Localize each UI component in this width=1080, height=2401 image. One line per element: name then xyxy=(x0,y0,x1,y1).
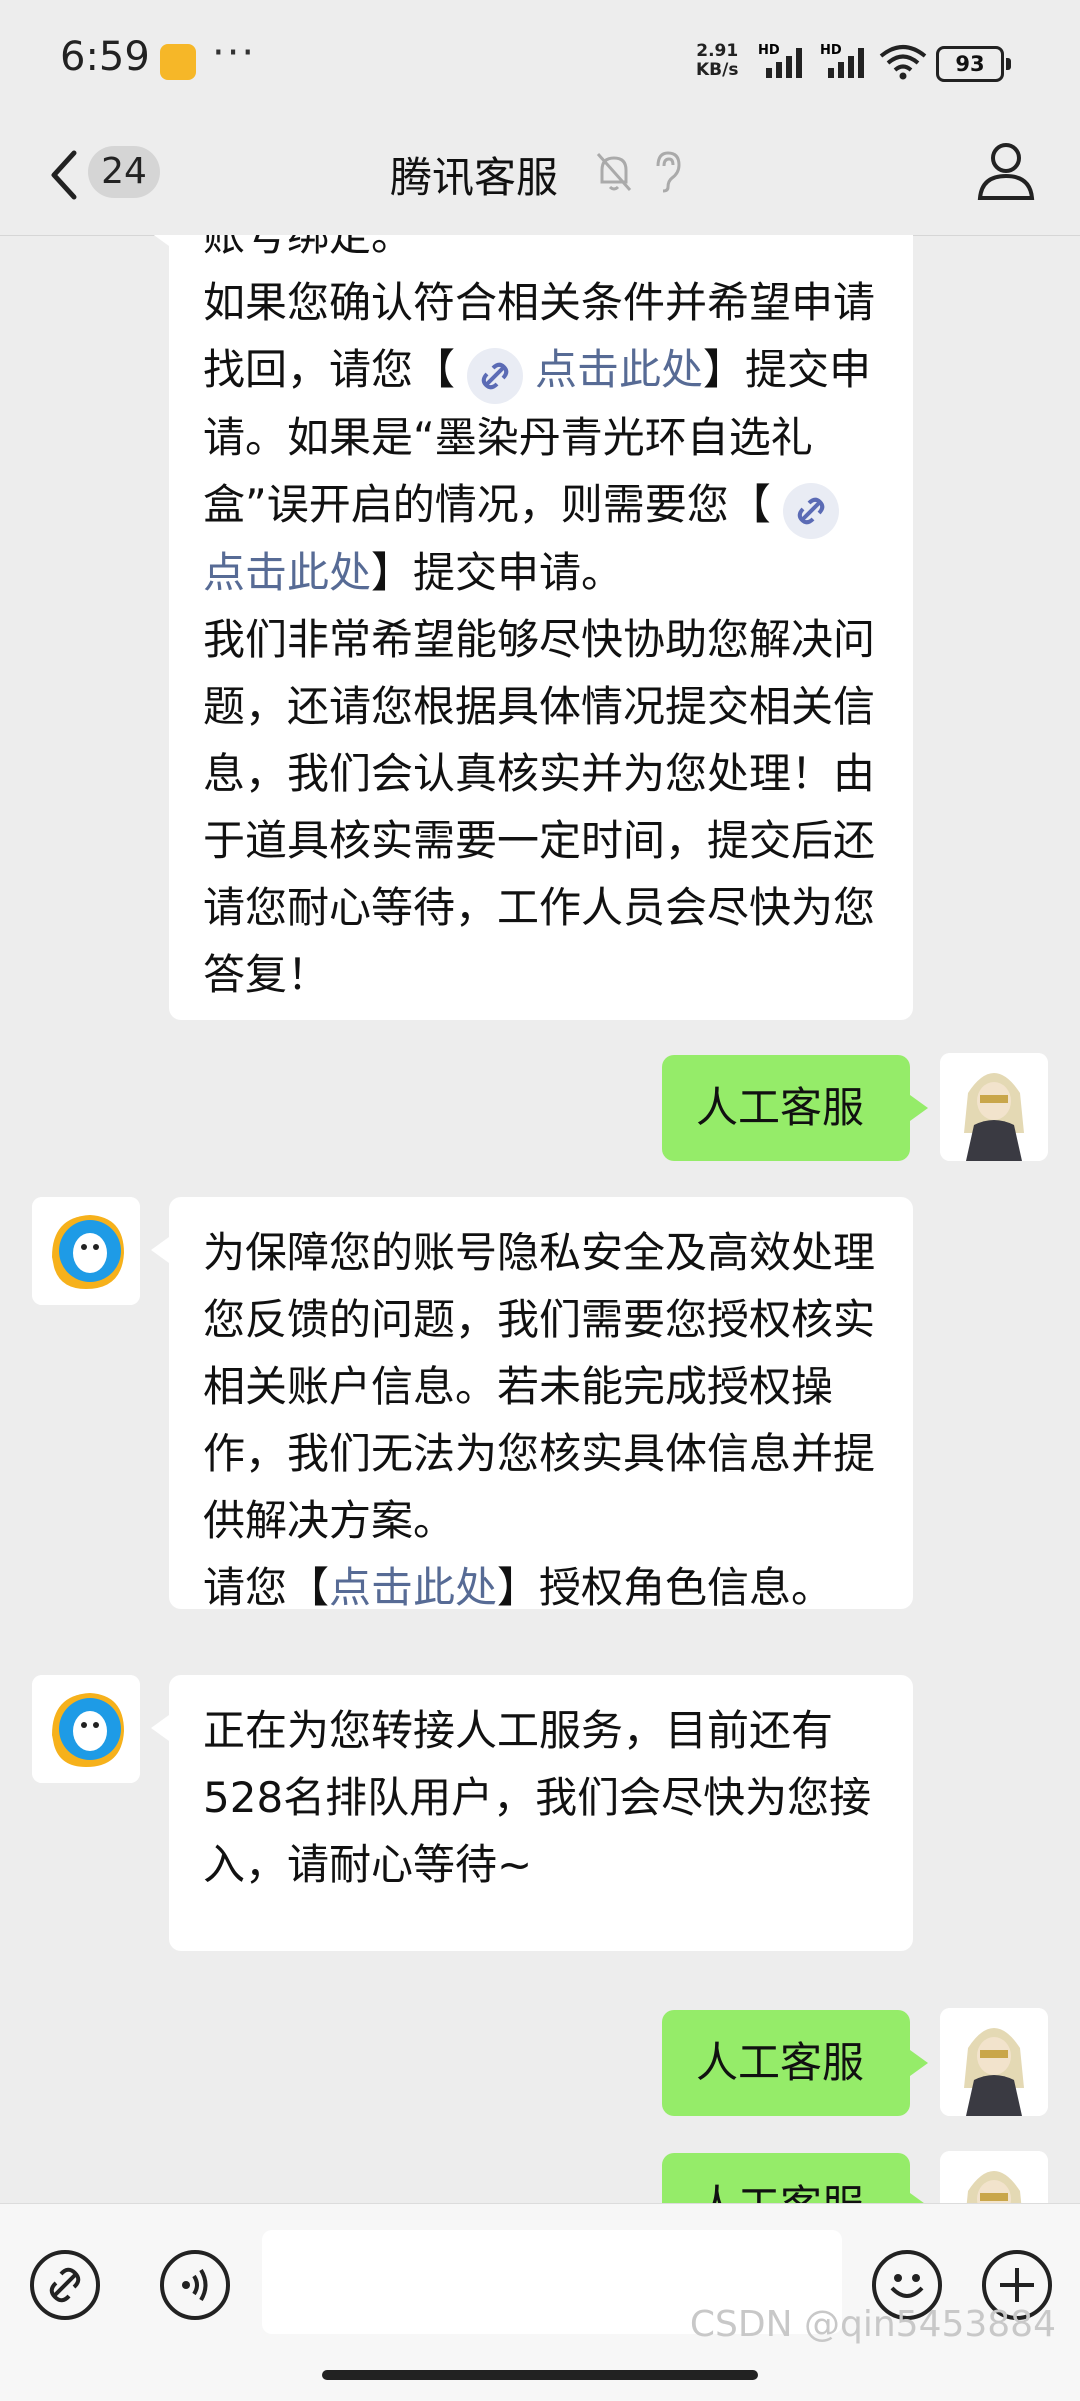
message-text: 账号绑定。 xyxy=(203,235,414,260)
voice-input-button[interactable] xyxy=(160,2250,230,2320)
service-avatar[interactable] xyxy=(32,1675,140,1783)
network-speed-value: 2.91 xyxy=(696,41,739,61)
click-here-link[interactable]: 点击此处 xyxy=(203,548,371,597)
unread-count-badge[interactable]: 24 xyxy=(88,146,160,198)
signal-1-icon: HD xyxy=(758,43,802,78)
service-message: 正在为您转接人工服务，目前还有528名排队用户，我们会尽快为您接入，请耐心等待~ xyxy=(151,1675,913,1951)
battery-indicator: 93 xyxy=(936,46,1011,82)
profile-icon[interactable] xyxy=(976,140,1036,202)
signal-1-label: HD xyxy=(758,43,780,58)
watermark: CSDN @qin5453884 xyxy=(689,2304,1056,2345)
click-here-link[interactable]: 点击此处 xyxy=(535,345,703,394)
message-text: 我们非常希望能够尽快协助您解决问题，还请您根据具体情况提交相关信息，我们会认真核… xyxy=(203,615,876,999)
home-indicator[interactable] xyxy=(322,2370,758,2380)
mute-bell-icon xyxy=(596,153,632,191)
my-message: 人工客服 xyxy=(662,2010,928,2116)
mini-program-link-button[interactable] xyxy=(30,2250,100,2320)
message-text: 如果您确认符合相关条件并希望申请找回，请您【 点击此处】提交申请。如果是“墨染丹青… xyxy=(203,269,879,606)
notification-app-icon xyxy=(160,44,196,80)
my-message: 人工客服 xyxy=(662,1055,928,1161)
chat-title: 腾讯客服 xyxy=(390,153,559,202)
service-message: 为保障您的账号隐私安全及高效处理您反馈的问题，我们需要您授权核实相关账户信息。若… xyxy=(151,1197,913,1612)
link-icon xyxy=(782,483,839,539)
my-avatar[interactable] xyxy=(940,2008,1048,2116)
service-avatar[interactable] xyxy=(32,1197,140,1305)
message-text-part: 请您【 xyxy=(203,1563,330,1612)
message-text-part: 】提交申请。 xyxy=(371,548,624,597)
signal-2-label: HD xyxy=(820,43,842,58)
my-avatar[interactable] xyxy=(940,2151,1048,2203)
my-avatar[interactable] xyxy=(940,1053,1048,1161)
click-here-link[interactable]: 点击此处 xyxy=(329,1563,497,1612)
wifi-icon xyxy=(879,45,927,80)
link-icon xyxy=(467,348,524,404)
my-message: 人工客服 xyxy=(662,2153,928,2203)
signal-2-icon: HD xyxy=(820,43,864,78)
network-speed: 2.91 KB/s xyxy=(696,42,738,80)
status-time: 6:59 xyxy=(60,34,150,80)
message-text: 正在为您转接人工服务，目前还有528名排队用户，我们会尽快为您接入，请耐心等待~ xyxy=(203,1706,872,1889)
back-arrow-icon[interactable] xyxy=(44,145,84,205)
chat-header: 24 腾讯客服 xyxy=(0,120,1080,236)
status-bar: 6:59 ··· 2.91 KB/s HD HD 93 xyxy=(0,0,1080,120)
message-list[interactable]: 账号绑定。 如果您确认符合相关条件并希望申请找回，请您【 点击此处】提交申请。如果… xyxy=(0,235,1080,2203)
message-text: 为保障您的账号隐私安全及高效处理您反馈的问题，我们需要您授权核实相关账户信息。若… xyxy=(203,1228,876,1545)
network-speed-unit: KB/s xyxy=(696,60,739,80)
more-notifications-icon: ··· xyxy=(212,30,257,76)
service-message: 账号绑定。 如果您确认符合相关条件并希望申请找回，请您【 点击此处】提交申请。如果… xyxy=(151,235,913,1020)
message-text: 请您【点击此处】授权角色信息。 xyxy=(203,1554,879,1621)
message-text-part: 】授权角色信息。 xyxy=(497,1563,834,1612)
earpiece-mode-icon xyxy=(656,151,681,193)
